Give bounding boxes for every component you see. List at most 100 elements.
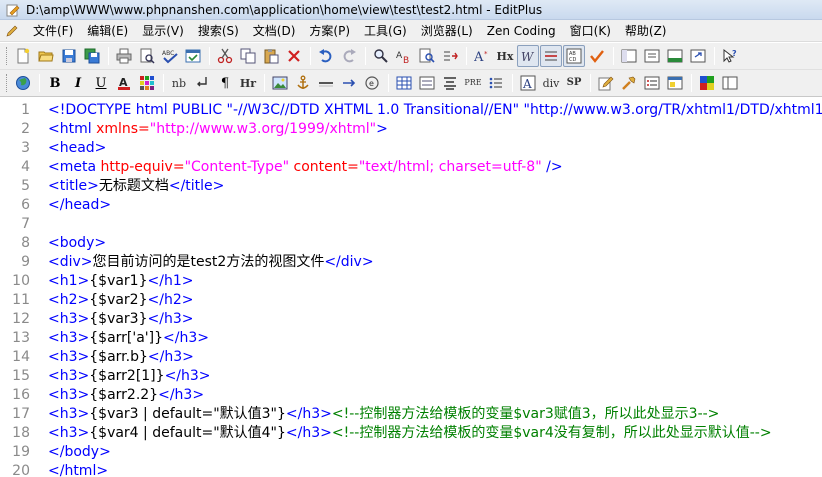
- edit-html-button[interactable]: [595, 72, 617, 94]
- menu-window[interactable]: 窗口(K): [563, 20, 618, 42]
- print-button[interactable]: [113, 45, 135, 67]
- list-button[interactable]: [485, 72, 507, 94]
- anchor-button[interactable]: [292, 72, 314, 94]
- code-token: "text/html; charset=utf-8": [358, 159, 542, 175]
- code-line[interactable]: </html>: [48, 462, 108, 477]
- browser-globe-button[interactable]: [12, 72, 34, 94]
- align-center-button[interactable]: [439, 72, 461, 94]
- code-line[interactable]: </head>: [48, 196, 111, 215]
- print-preview-button[interactable]: [136, 45, 158, 67]
- menu-file[interactable]: 文件(F): [26, 20, 80, 42]
- save-button[interactable]: [58, 45, 80, 67]
- table-button[interactable]: [393, 72, 415, 94]
- span-button[interactable]: SP: [563, 72, 585, 94]
- underline-button[interactable]: U: [90, 72, 112, 94]
- output-window-button[interactable]: [664, 45, 686, 67]
- preformatted-button[interactable]: PRE: [462, 72, 484, 94]
- spell-check-button[interactable]: ABC: [159, 45, 181, 67]
- paste-button[interactable]: [260, 45, 282, 67]
- font-button[interactable]: A *: [471, 45, 493, 67]
- style-button[interactable]: A: [517, 72, 539, 94]
- code-editor[interactable]: 1 2 3 4 5 6 7 8 9 10 11 12 13 14 15 16 17 18 19 20 <!DOCTYP…: [0, 98, 822, 477]
- hr-label: Hr: [239, 76, 257, 90]
- code-line[interactable]: <div>您目前访问的是test2方法的视图文件</div>: [48, 253, 374, 272]
- undo-button[interactable]: [315, 45, 337, 67]
- ruler-button[interactable]: AB CD: [563, 45, 585, 67]
- svg-text:W: W: [521, 50, 535, 64]
- code-line[interactable]: <body>: [48, 234, 106, 253]
- copy-button[interactable]: [237, 45, 259, 67]
- italic-button[interactable]: I: [67, 72, 89, 94]
- fullscreen-button[interactable]: [687, 45, 709, 67]
- nbsp-button[interactable]: nb: [168, 72, 190, 94]
- save-all-button[interactable]: [81, 45, 103, 67]
- menu-help[interactable]: 帮助(Z): [618, 20, 674, 42]
- spell-check-mark-button[interactable]: [586, 45, 608, 67]
- code-line[interactable]: <h1>{$var1}</h1>: [48, 272, 193, 291]
- menu-search[interactable]: 搜索(S): [191, 20, 246, 42]
- code-line[interactable]: <h2>{$var2}</h2>: [48, 291, 193, 310]
- bold-label: B: [49, 75, 61, 91]
- anchor-icon: [297, 75, 309, 89]
- menu-document[interactable]: 文档(D): [246, 20, 303, 42]
- menu-zen-coding[interactable]: Zen Coding: [480, 20, 563, 42]
- code-line[interactable]: <h3>{$arr2.2}</h3>: [48, 386, 204, 405]
- help-pointer-button[interactable]: ?: [719, 45, 741, 67]
- form-button[interactable]: [416, 72, 438, 94]
- paragraph-button[interactable]: ¶: [214, 72, 236, 94]
- find-button[interactable]: [370, 45, 392, 67]
- menu-project[interactable]: 方案(P): [302, 20, 357, 42]
- menu-edit[interactable]: 编辑(E): [80, 20, 135, 42]
- delete-button[interactable]: [283, 45, 305, 67]
- heading-button[interactable]: Hx: [494, 45, 516, 67]
- open-button[interactable]: [35, 45, 57, 67]
- pencil-icon[interactable]: [4, 23, 20, 39]
- preview-browser-button[interactable]: [182, 45, 204, 67]
- code-line[interactable]: <h3>{$arr['a']}</h3>: [48, 329, 209, 348]
- horizontal-rule-button[interactable]: Hr: [237, 72, 259, 94]
- code-line[interactable]: </body>: [48, 443, 111, 462]
- special-char-button[interactable]: e: [361, 72, 383, 94]
- code-line[interactable]: <h3>{$var3}</h3>: [48, 310, 193, 329]
- code-line[interactable]: <html xmlns="http://www.w3.org/1999/xhtm…: [48, 120, 388, 139]
- code-line[interactable]: <head>: [48, 139, 106, 158]
- code-line[interactable]: <!DOCTYPE html PUBLIC "-//W3C//DTD XHTML…: [48, 101, 822, 120]
- cut-button[interactable]: [214, 45, 236, 67]
- bold-button[interactable]: B: [44, 72, 66, 94]
- menu-browser[interactable]: 浏览器(L): [414, 20, 480, 42]
- redo-button[interactable]: [338, 45, 360, 67]
- toolbar-grip[interactable]: [6, 47, 9, 65]
- line-numbers-button[interactable]: [540, 45, 562, 67]
- word-wrap-button[interactable]: W: [517, 45, 539, 67]
- html-tools-button[interactable]: [618, 72, 640, 94]
- font-color-button[interactable]: A: [113, 72, 135, 94]
- html-toolbar-window-button[interactable]: [664, 72, 686, 94]
- code-area[interactable]: <!DOCTYPE html PUBLIC "-//W3C//DTD XHTML…: [48, 98, 822, 477]
- menu-view[interactable]: 显示(V): [135, 20, 191, 42]
- color-picker-button[interactable]: [696, 72, 718, 94]
- code-line[interactable]: <meta http-equiv="Content-Type" content=…: [48, 158, 563, 177]
- div-button[interactable]: div: [540, 72, 562, 94]
- code-line[interactable]: <title>无标题文档</title>: [48, 177, 224, 196]
- code-line[interactable]: <h3>{$var4 | default="默认值4"}</h3><!--控制器…: [48, 424, 772, 443]
- cliptext-button[interactable]: [641, 45, 663, 67]
- replace-button[interactable]: AB: [393, 45, 415, 67]
- toolbar-grip[interactable]: [6, 74, 9, 92]
- line-break-button[interactable]: [191, 72, 213, 94]
- code-token: </h3>: [285, 406, 332, 422]
- code-line[interactable]: <h3>{$var3 | default="默认值3"}</h3><!--控制器…: [48, 405, 719, 424]
- find-in-files-button[interactable]: [416, 45, 438, 67]
- image-button[interactable]: [269, 72, 291, 94]
- layout-button[interactable]: [719, 72, 741, 94]
- code-line[interactable]: <h3>{$arr.b}</h3>: [48, 348, 194, 367]
- hr-line-button[interactable]: [315, 72, 337, 94]
- layout-icon: [722, 76, 738, 90]
- cliptext-html-button[interactable]: [641, 72, 663, 94]
- directory-window-button[interactable]: [618, 45, 640, 67]
- menu-tools[interactable]: 工具(G): [357, 20, 414, 42]
- new-file-button[interactable]: [12, 45, 34, 67]
- marquee-button[interactable]: [338, 72, 360, 94]
- goto-line-button[interactable]: [439, 45, 461, 67]
- color-palette-button[interactable]: [136, 72, 158, 94]
- code-line[interactable]: <h3>{$arr2[1]}</h3>: [48, 367, 211, 386]
